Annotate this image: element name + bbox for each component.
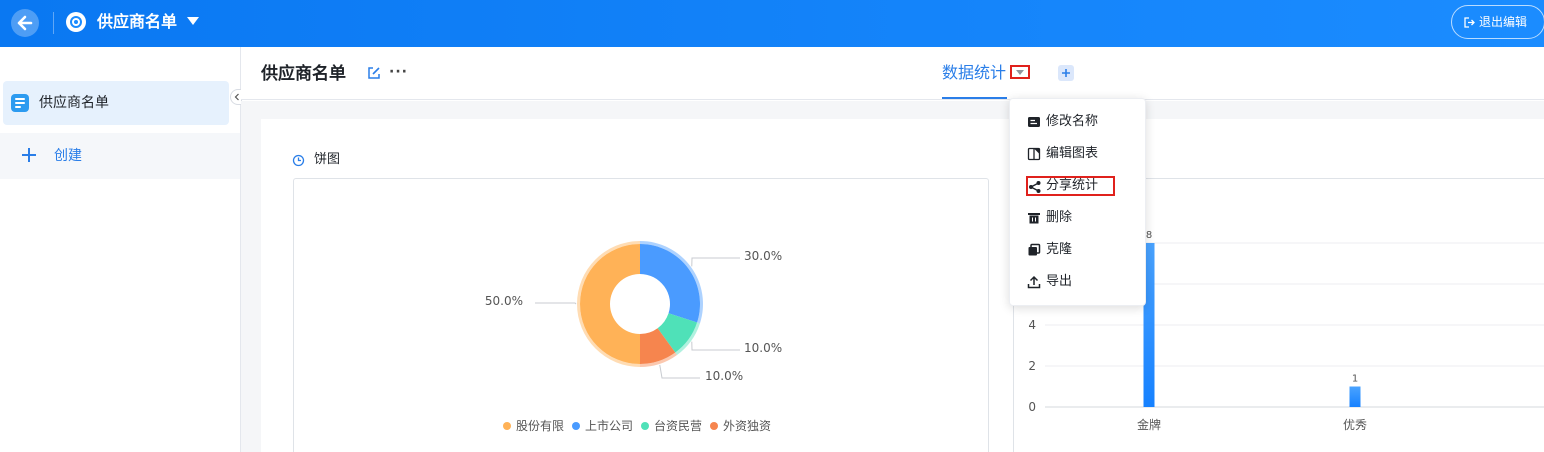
y-tick-label: 4 xyxy=(1028,318,1036,332)
menu-item-edit-chart[interactable]: 编辑图表 xyxy=(1027,143,1137,165)
trash-icon xyxy=(1028,213,1040,224)
y-tick-label: 0 xyxy=(1028,400,1036,414)
tab-dropdown-menu: 修改名称 编辑图表 分享统计 删除 克隆 导出 xyxy=(1009,98,1146,306)
menu-item-delete[interactable]: 删除 xyxy=(1027,207,1137,229)
menu-item-label: 修改名称 xyxy=(1046,114,1099,129)
menu-item-label: 编辑图表 xyxy=(1046,146,1099,161)
legend-item[interactable]: 台资民营 xyxy=(641,417,702,435)
menu-item-clone[interactable]: 克隆 xyxy=(1027,239,1137,261)
legend-swatch xyxy=(710,422,719,430)
legend-label: 外资独资 xyxy=(723,419,772,433)
menu-item-rename[interactable]: 修改名称 xyxy=(1027,111,1137,133)
legend-item[interactable]: 上市公司 xyxy=(572,417,633,435)
rename-icon xyxy=(1028,117,1040,127)
legend-item[interactable]: 股份有限 xyxy=(503,417,564,435)
pie-legend: 股份有限 上市公司 台资民营 外资独资 xyxy=(503,417,779,435)
menu-item-export[interactable]: 导出 xyxy=(1027,271,1137,293)
edit-chart-icon xyxy=(1027,147,1041,161)
menu-item-label: 分享统计 xyxy=(1046,178,1099,193)
share-icon xyxy=(1029,181,1041,193)
legend-label: 上市公司 xyxy=(585,419,634,433)
bar-data-label: 1 xyxy=(1352,374,1358,385)
menu-item-share-statistics[interactable]: 分享统计 xyxy=(1026,176,1115,196)
menu-item-label: 导出 xyxy=(1046,274,1073,289)
x-tick-label: 金牌 xyxy=(1137,417,1161,432)
legend-swatch xyxy=(641,422,650,430)
bar-data-label: 8 xyxy=(1146,230,1152,241)
bar[interactable] xyxy=(1349,386,1361,408)
bar-chart: 0 2 4 8 金牌 1 优秀 xyxy=(1028,230,1544,432)
x-tick-label: 优秀 xyxy=(1343,418,1367,432)
legend-label: 台资民营 xyxy=(654,419,703,433)
legend-swatch xyxy=(503,422,511,430)
clone-icon xyxy=(1028,243,1041,256)
legend-label: 股份有限 xyxy=(516,419,565,433)
legend-swatch xyxy=(572,422,581,430)
export-icon xyxy=(1027,275,1041,289)
legend-item[interactable]: 外资独资 xyxy=(710,417,771,435)
menu-item-label: 删除 xyxy=(1046,210,1073,225)
y-tick-label: 2 xyxy=(1028,359,1036,373)
menu-item-label: 克隆 xyxy=(1046,242,1073,257)
